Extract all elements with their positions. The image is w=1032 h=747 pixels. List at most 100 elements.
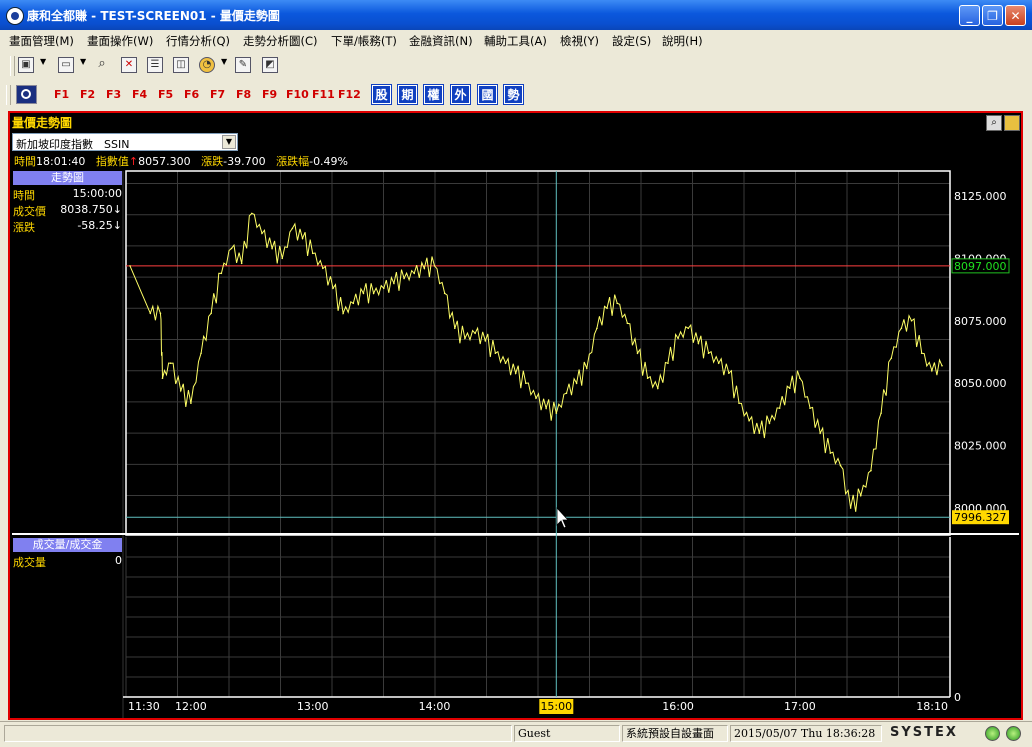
- price-point: [748, 419, 750, 422]
- menu-screen-manage[interactable]: 畫面管理(M): [9, 33, 74, 49]
- close-window-icon[interactable]: ✕: [121, 57, 137, 73]
- maximize-button[interactable]: ❐: [982, 5, 1003, 26]
- window-layout-icon[interactable]: ▣: [18, 57, 34, 73]
- quote-index: 8057.300: [138, 155, 191, 168]
- price-point: [382, 287, 385, 290]
- minimize-button[interactable]: _: [959, 5, 980, 26]
- price-point: [291, 227, 294, 230]
- clock-icon[interactable]: ◔: [199, 57, 215, 73]
- split-vertical-icon[interactable]: ◫: [173, 57, 189, 73]
- cursor-price: 8038.750↓: [60, 203, 122, 216]
- quote-time-label: 時間: [14, 155, 36, 168]
- search-icon[interactable]: ⌕: [94, 57, 110, 73]
- chart-window-icon[interactable]: ◩: [262, 57, 278, 73]
- toolbar-grip[interactable]: [10, 56, 15, 76]
- zoom-icon[interactable]: ⌕: [986, 115, 1002, 131]
- close-button[interactable]: ✕: [1005, 5, 1026, 26]
- price-point: [941, 364, 943, 367]
- f12-key[interactable]: F12: [338, 88, 361, 101]
- menu-help[interactable]: 說明(H): [662, 33, 703, 49]
- trend-pane-header: 走勢圖: [13, 171, 122, 185]
- price-point: [626, 322, 629, 325]
- quick-international-button[interactable]: 國: [477, 84, 498, 105]
- app-logo-icon: [6, 7, 24, 25]
- quick-futures-button[interactable]: 期: [397, 84, 418, 105]
- price-point: [179, 389, 182, 392]
- y-tick-label: 8125.000: [954, 190, 1007, 203]
- price-point: [545, 407, 547, 409]
- price-point: [849, 507, 852, 509]
- status-brand: SYSTEX: [890, 725, 958, 740]
- price-point: [697, 342, 700, 345]
- price-point: [240, 262, 243, 265]
- price-point: [129, 265, 131, 267]
- price-point: [281, 257, 284, 260]
- x-tick-label: 12:00: [175, 700, 207, 713]
- f7-key[interactable]: F7: [210, 88, 225, 101]
- trend-chart[interactable]: 8125.0008100.0008075.0008050.0008025.000…: [10, 113, 1021, 718]
- x-tick-label: 18:10: [916, 700, 948, 713]
- f2-key[interactable]: F2: [80, 88, 95, 101]
- quote-pct: -0.49%: [309, 155, 349, 168]
- price-point: [484, 339, 487, 342]
- f4-key[interactable]: F4: [132, 88, 147, 101]
- quote-time: 18:01:40: [36, 155, 86, 168]
- chevron-down-icon[interactable]: ▼: [221, 57, 227, 66]
- price-point: [870, 469, 872, 472]
- menu-screen-operate[interactable]: 畫面操作(W): [87, 33, 153, 49]
- menu-settings[interactable]: 設定(S): [612, 33, 651, 49]
- y-tick-label: 8025.000: [954, 440, 1007, 453]
- f3-key[interactable]: F3: [106, 88, 121, 101]
- status-screen: 系統預設自設畫面: [622, 725, 728, 742]
- quick-options-button[interactable]: 權: [423, 84, 444, 105]
- quote-change: -39.700: [223, 155, 266, 168]
- price-point: [575, 382, 578, 385]
- chevron-down-icon[interactable]: ▼: [80, 57, 86, 66]
- price-point: [494, 352, 497, 355]
- f10-key[interactable]: F10: [286, 88, 309, 101]
- price-point: [657, 387, 659, 390]
- chevron-down-icon[interactable]: ▼: [222, 135, 236, 149]
- quick-foreign-button[interactable]: 外: [450, 84, 471, 105]
- f9-key[interactable]: F9: [262, 88, 277, 101]
- split-horizontal-icon[interactable]: ☰: [147, 57, 163, 73]
- symbol-select[interactable]: 新加坡印度指數 SSIN ▼: [12, 133, 238, 151]
- menu-finance-info[interactable]: 金融資訊(N): [409, 33, 473, 49]
- y-tick-label: 8050.000: [954, 377, 1007, 390]
- f11-key[interactable]: F11: [312, 88, 335, 101]
- x-tick-label: 17:00: [784, 700, 816, 713]
- price-point: [474, 332, 476, 335]
- folder-icon[interactable]: [1004, 115, 1020, 131]
- f6-key[interactable]: F6: [184, 88, 199, 101]
- f8-key[interactable]: F8: [236, 88, 251, 101]
- price-point: [454, 327, 456, 330]
- monitor-icon[interactable]: ▭: [58, 57, 74, 73]
- pen-icon[interactable]: ✎: [235, 57, 251, 73]
- connection-status-icon: [1006, 726, 1021, 741]
- volume-pane-header: 成交量/成交金: [13, 538, 122, 552]
- toolbar-grip[interactable]: [6, 85, 11, 105]
- price-point: [606, 307, 608, 310]
- menu-tools[interactable]: 輔助工具(A): [484, 33, 547, 49]
- quick-stock-button[interactable]: 股: [371, 84, 392, 105]
- price-point: [352, 302, 355, 305]
- price-point: [514, 372, 517, 375]
- menu-order-account[interactable]: 下單/帳務(T): [331, 33, 397, 49]
- price-point: [728, 372, 730, 375]
- f1-key[interactable]: F1: [54, 88, 69, 101]
- panel-title: 量價走勢圖: [12, 116, 73, 130]
- price-point: [829, 452, 832, 454]
- menu-quote-analysis[interactable]: 行情分析(Q): [166, 33, 230, 49]
- menu-view[interactable]: 檢視(Y): [560, 33, 599, 49]
- chevron-down-icon[interactable]: ▼: [40, 57, 46, 66]
- price-point: [900, 327, 903, 330]
- brand-logo-icon[interactable]: [16, 85, 37, 104]
- status-message: [4, 725, 512, 742]
- quick-trend-button[interactable]: 勢: [503, 84, 524, 105]
- price-point: [322, 267, 324, 270]
- up-arrow-icon: ↑: [128, 155, 139, 168]
- f5-key[interactable]: F5: [158, 88, 173, 101]
- price-point: [413, 272, 416, 275]
- price-point: [525, 382, 527, 385]
- menu-trend-chart[interactable]: 走勢分析圖(C): [243, 33, 318, 49]
